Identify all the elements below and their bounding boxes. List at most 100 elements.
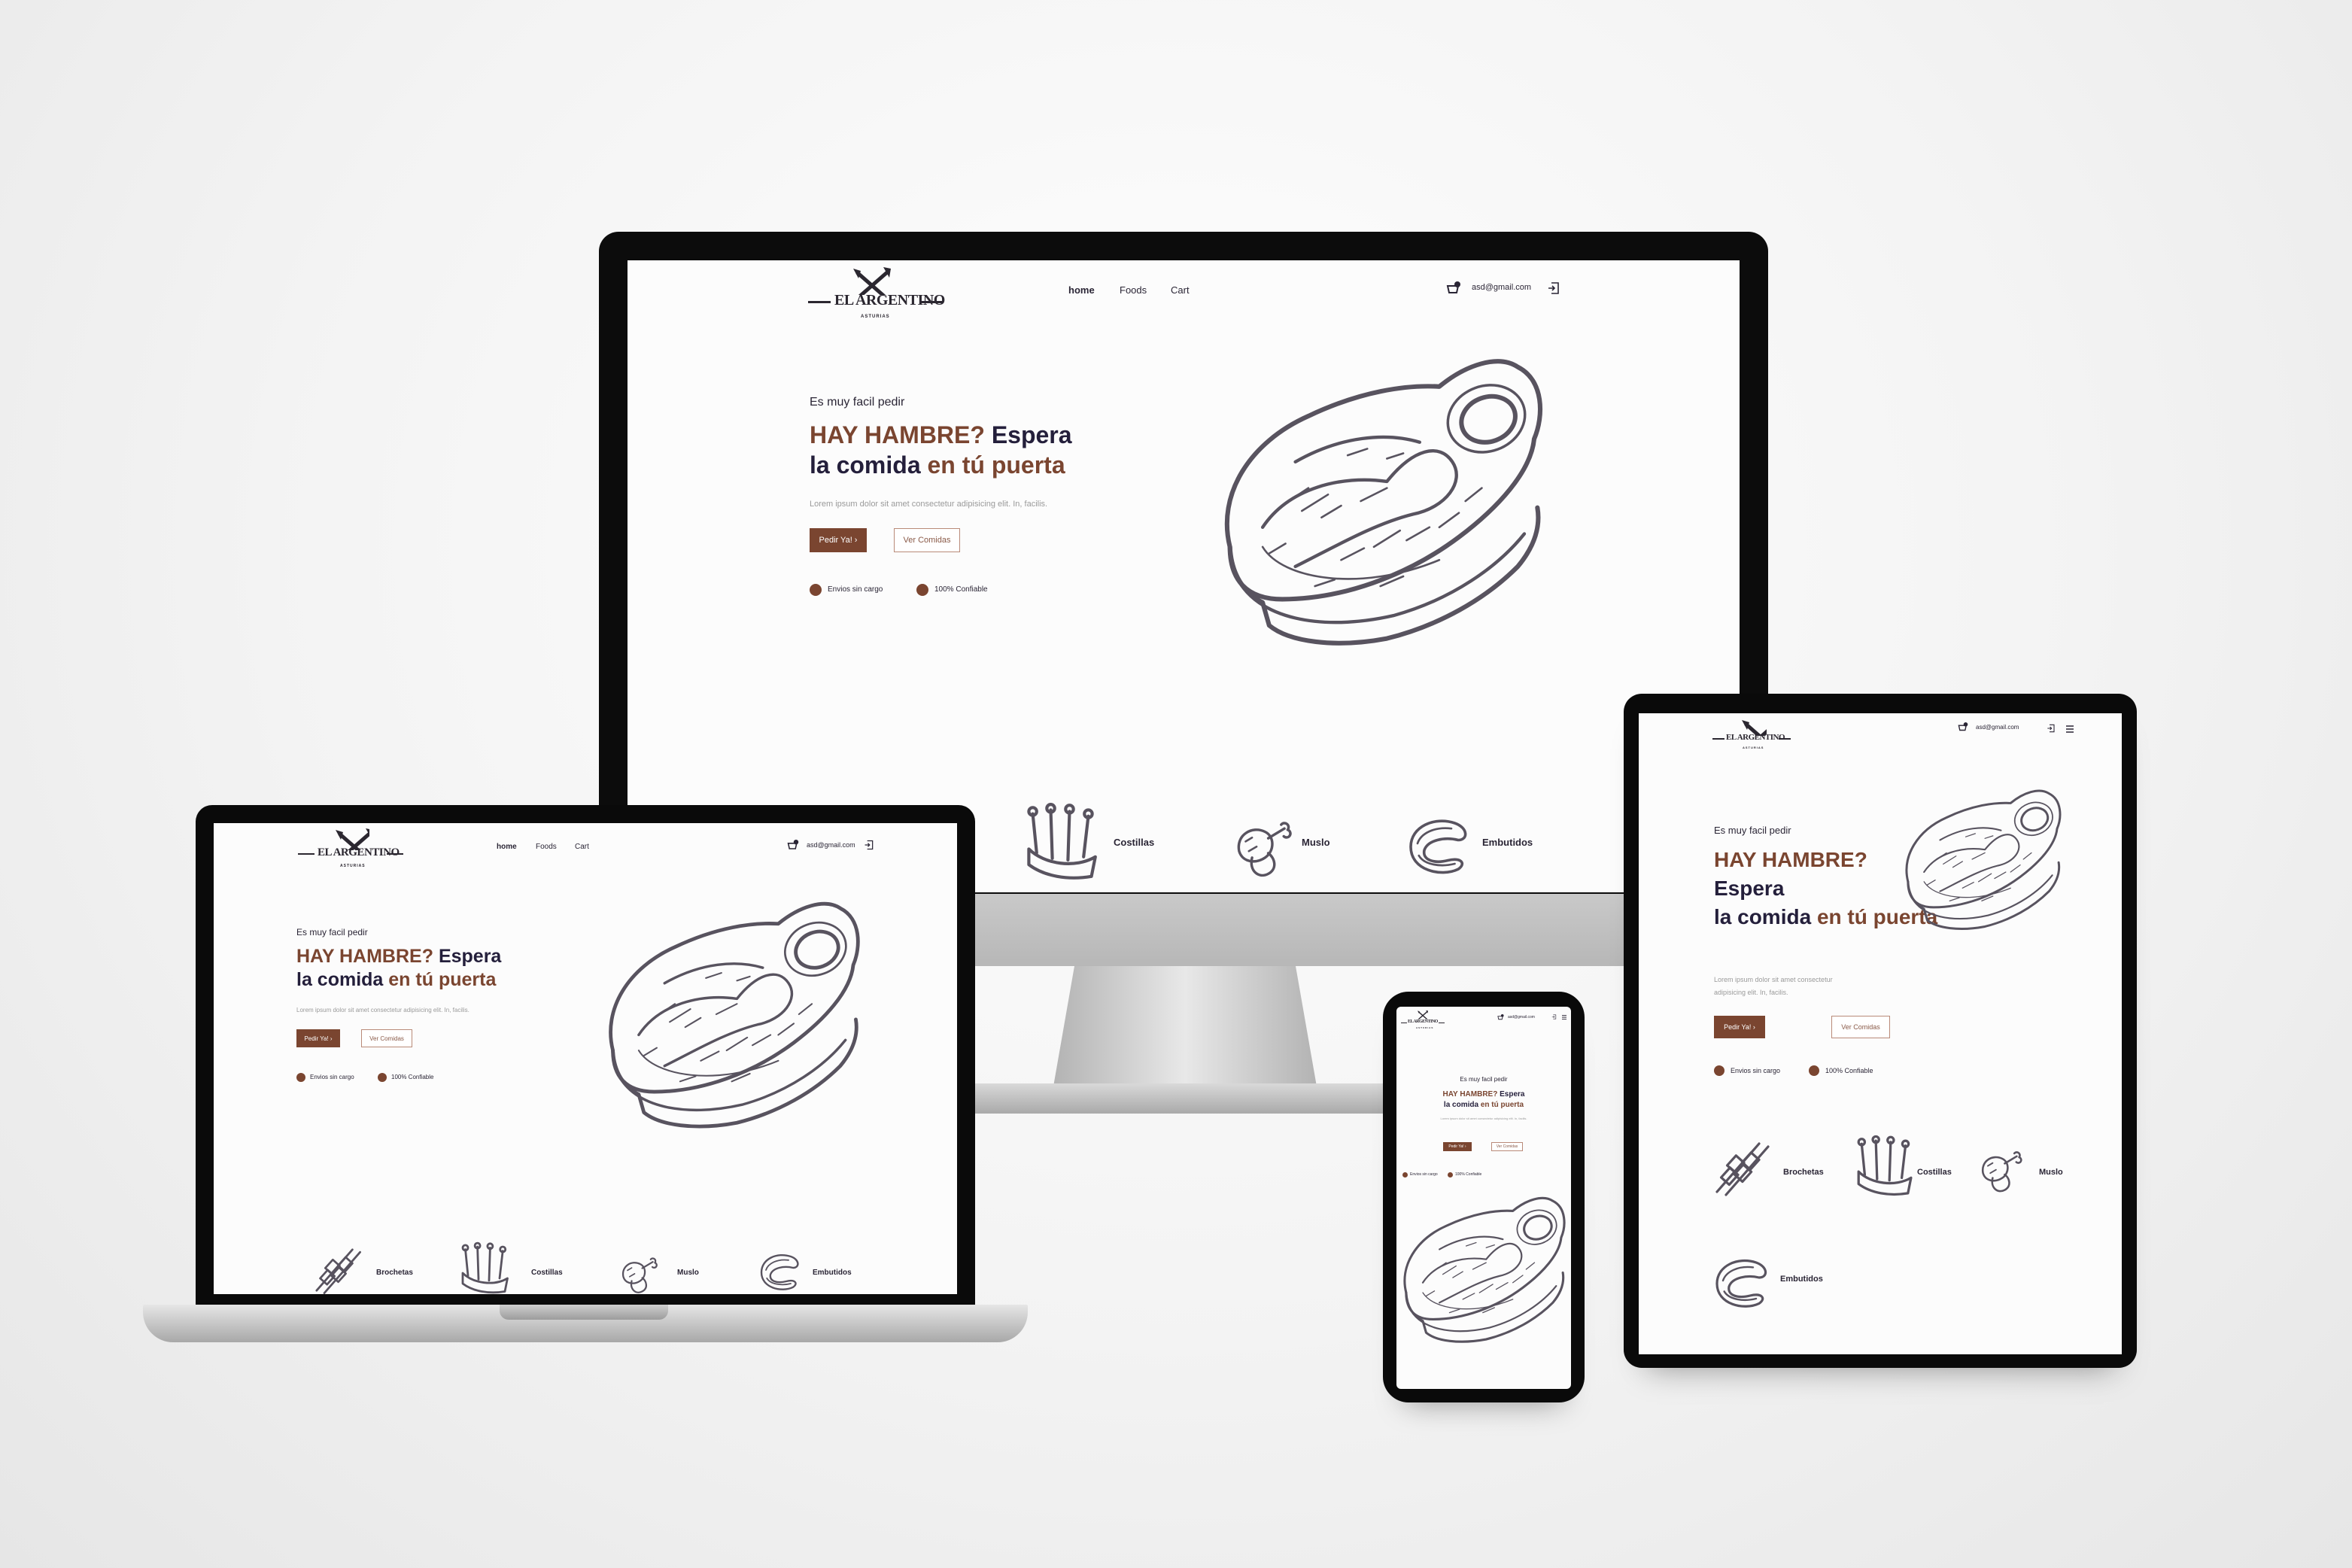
hero-title-part3: la comida: [296, 969, 384, 991]
cart-icon[interactable]: [1446, 281, 1461, 296]
hero-title-part4: en tú puerta: [927, 451, 1065, 479]
hero-title-part1: HAY HAMBRE?: [810, 421, 985, 448]
shield-check-icon: [378, 1073, 387, 1082]
hero-title-part1: HAY HAMBRE?: [1442, 1090, 1498, 1099]
view-foods-button[interactable]: Ver Comidas: [894, 528, 960, 552]
crossed-knife-fork-icon: [849, 265, 895, 295]
feature-trust-label: 100% Confiable: [1455, 1172, 1482, 1177]
sausage-icon: [760, 1253, 799, 1290]
category-brochetas-label[interactable]: Brochetas: [1783, 1168, 1824, 1177]
category-muslo-label[interactable]: Muslo: [2039, 1168, 2063, 1177]
nav-cart[interactable]: Cart: [1171, 284, 1190, 296]
shield-check-icon: [916, 584, 928, 596]
hero-title-part2: Espera: [438, 946, 502, 967]
view-foods-button[interactable]: Ver Comidas: [1491, 1142, 1523, 1151]
logo-bar-left: [1712, 738, 1724, 740]
imac-base: [971, 1083, 1399, 1114]
hero-eyebrow: Es muy facil pedir: [1714, 825, 1791, 836]
logout-icon[interactable]: [1551, 1014, 1557, 1020]
laptop-screen: EL ARGENTINO ASTURIAS home Foods Cart as…: [214, 823, 957, 1294]
category-embutidos-label[interactable]: Embutidos: [813, 1269, 852, 1277]
feature-delivery-label: Envios sin cargo: [828, 585, 883, 594]
feature-trust-label: 100% Confiable: [1825, 1067, 1873, 1074]
hamburger-menu-icon[interactable]: [1562, 1015, 1566, 1020]
brand-subtitle: ASTURIAS: [1416, 1026, 1434, 1029]
brand-name: EL ARGENTINO: [1726, 733, 1785, 742]
nav-home[interactable]: home: [497, 843, 517, 851]
user-email[interactable]: asd@gmail.com: [1472, 283, 1531, 292]
category-embutidos-label[interactable]: Embutidos: [1482, 837, 1533, 848]
hero-lorem: Lorem ipsum dolor sit amet consectetur a…: [296, 1007, 469, 1013]
phone-screen: EL ARGENTINO ASTURIAS asd@gmail.com Es m…: [1396, 1007, 1571, 1389]
hamburger-menu-icon[interactable]: [2066, 725, 2074, 733]
view-foods-button[interactable]: Ver Comidas: [361, 1029, 412, 1047]
tablet-screen: EL ARGENTINO ASTURIAS asd@gmail.com Es m…: [1639, 713, 2122, 1354]
brand-name: EL ARGENTINO: [834, 292, 945, 308]
logout-icon[interactable]: [864, 840, 874, 850]
category-embutidos-label[interactable]: Embutidos: [1780, 1275, 1823, 1284]
sausage-icon: [1715, 1259, 1767, 1308]
user-email[interactable]: asd@gmail.com: [1976, 724, 2019, 731]
category-costillas-label[interactable]: Costillas: [1917, 1168, 1952, 1177]
brand-logo[interactable]: EL ARGENTINO ASTURIAS: [1401, 1010, 1445, 1031]
imac-stand: [1053, 966, 1317, 1086]
order-now-button[interactable]: Pedir Ya! ›: [1714, 1016, 1765, 1038]
category-muslo-label[interactable]: Muslo: [677, 1269, 699, 1277]
hero-title-part1: HAY HAMBRE?: [296, 946, 433, 967]
hero-lorem-line1: Lorem ipsum dolor sit amet consectetur: [1714, 976, 1833, 983]
hero-title: HAY HAMBRE? Espera la comida en tú puert…: [1396, 1089, 1571, 1111]
category-muslo-label[interactable]: Muslo: [1302, 837, 1330, 848]
feature-trust-label: 100% Confiable: [391, 1074, 434, 1080]
logout-icon[interactable]: [2047, 724, 2056, 733]
shield-check-icon: [1448, 1172, 1453, 1178]
shield-check-icon: [1809, 1065, 1819, 1076]
hero-lorem: Lorem ipsum dolor sit amet consectetur a…: [1714, 974, 1833, 999]
nav-foods[interactable]: Foods: [1120, 284, 1147, 296]
nav-home[interactable]: home: [1068, 284, 1095, 296]
cart-icon[interactable]: [1958, 722, 1968, 733]
category-brochetas-label[interactable]: Brochetas: [376, 1269, 413, 1277]
skewer-icon: [1715, 1142, 1770, 1196]
cart-icon[interactable]: [787, 840, 799, 852]
feature-trust-label: 100% Confiable: [934, 585, 988, 594]
hero-eyebrow: Es muy facil pedir: [1460, 1076, 1508, 1083]
user-email[interactable]: asd@gmail.com: [1508, 1015, 1535, 1020]
ribs-icon: [461, 1241, 509, 1294]
user-email[interactable]: asd@gmail.com: [807, 841, 855, 849]
steak-illustration: [1192, 351, 1576, 652]
hero-title-part2: Espera: [991, 421, 1072, 448]
feature-delivery-label: Envios sin cargo: [310, 1074, 354, 1080]
brand-logo[interactable]: EL ARGENTINO ASTURIAS: [298, 826, 403, 871]
hero-lorem: Lorem ipsum dolor sit amet consectetur a…: [1440, 1117, 1527, 1120]
logout-icon[interactable]: [1547, 281, 1560, 295]
category-costillas-label[interactable]: Costillas: [1114, 837, 1154, 848]
delivery-icon: [1714, 1065, 1724, 1076]
brand-logo[interactable]: EL ARGENTINO ASTURIAS: [808, 265, 945, 325]
nav-cart[interactable]: Cart: [575, 843, 589, 851]
steak-illustration: [1403, 1196, 1566, 1343]
crossed-knife-fork-icon: [1417, 1010, 1429, 1020]
logo-bar-left: [298, 853, 315, 855]
view-foods-button[interactable]: Ver Comidas: [1831, 1016, 1890, 1038]
drumstick-icon: [1237, 822, 1292, 877]
hero-lorem: Lorem ipsum dolor sit amet consectetur a…: [810, 500, 1048, 509]
drumstick-icon: [621, 1257, 658, 1293]
feature-delivery-label: Envios sin cargo: [1731, 1067, 1781, 1074]
brand-logo[interactable]: EL ARGENTINO ASTURIAS: [1712, 716, 1791, 752]
nav-foods[interactable]: Foods: [536, 843, 557, 851]
steak-illustration: [1905, 789, 2062, 930]
laptop-notch: [500, 1305, 668, 1320]
brand-name: EL ARGENTINO: [1408, 1020, 1438, 1024]
hero-title-part3: la comida: [1714, 904, 1812, 928]
hero-title-part3: la comida: [810, 451, 921, 479]
steak-illustration: [584, 895, 885, 1133]
order-now-button[interactable]: Pedir Ya! ›: [1443, 1142, 1472, 1151]
sausage-icon: [1409, 819, 1467, 874]
delivery-icon: [1402, 1172, 1408, 1178]
brand-name: EL ARGENTINO: [318, 846, 400, 858]
category-costillas-label[interactable]: Costillas: [531, 1269, 563, 1277]
order-now-button[interactable]: Pedir Ya! ›: [296, 1029, 340, 1047]
order-now-button[interactable]: Pedir Ya! ›: [810, 528, 867, 552]
cart-icon[interactable]: [1497, 1014, 1504, 1021]
delivery-icon: [296, 1073, 305, 1082]
